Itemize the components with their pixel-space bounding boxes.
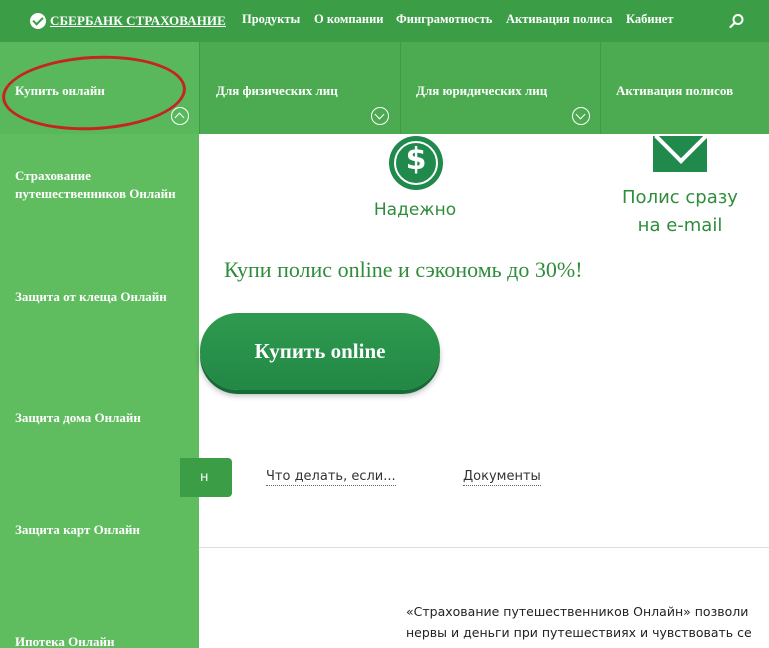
sidebar-item-travel[interactable]: Страхование путешественников Онлайн xyxy=(15,167,190,203)
subnav-buy-online-label: Купить онлайн xyxy=(15,83,105,98)
subnav-policy-activation[interactable]: Активация полисов xyxy=(600,42,769,134)
feature-email-line1: Полис сразу xyxy=(622,187,738,208)
sberbank-logo-icon xyxy=(30,13,46,29)
feature-reliable: Надежно xyxy=(373,200,457,220)
sidebar-item-cards[interactable]: Защита карт Онлайн xyxy=(15,521,190,539)
top-nav-policy-activation[interactable]: Активация полиса xyxy=(506,12,612,27)
subnav-buy-online[interactable]: Купить онлайн xyxy=(0,42,199,134)
buy-online-button[interactable]: Купить online xyxy=(200,313,440,390)
promo-text: Купи полис online и сэкономь до 30%! xyxy=(224,257,583,282)
subnav-legal-entities[interactable]: Для юридических лиц xyxy=(400,42,600,134)
tab-what-to-do[interactable]: Что делать, если... xyxy=(266,469,396,486)
tab-active[interactable]: н xyxy=(180,458,232,497)
feature-email: Полис сразу на e-mail xyxy=(600,184,760,240)
logo[interactable]: СБЕРБАНК СТРАХОВАНИЕ xyxy=(30,12,226,30)
logo-text[interactable]: СБЕРБАНК СТРАХОВАНИЕ xyxy=(50,13,226,29)
top-bar: СБЕРБАНК СТРАХОВАНИЕ Продукты О компании… xyxy=(0,0,769,42)
chevron-down-icon[interactable] xyxy=(371,107,389,125)
top-nav-cabinet[interactable]: Кабинет xyxy=(626,12,674,27)
description-line2: нервы и деньги при путешествиях и чувств… xyxy=(406,625,752,640)
sidebar-item-home[interactable]: Защита дома Онлайн xyxy=(15,409,190,427)
subnav-policy-activation-label: Активация полисов xyxy=(616,83,734,98)
top-nav-fin-literacy[interactable]: Финграмотность xyxy=(396,12,492,27)
buy-online-dropdown: Страхование путешественников Онлайн Защи… xyxy=(0,134,199,648)
sidebar-item-mortgage[interactable]: Ипотека Онлайн xyxy=(15,633,190,648)
tab-active-label: н xyxy=(200,470,209,485)
feature-email-line2: на e-mail xyxy=(637,215,723,236)
content-divider xyxy=(199,547,769,548)
subnav-individuals-label: Для физических лиц xyxy=(216,83,338,98)
dollar-icon: $ xyxy=(389,136,443,190)
search-icon[interactable] xyxy=(729,13,745,29)
subnav-individuals[interactable]: Для физических лиц xyxy=(199,42,400,134)
subnav-legal-entities-label: Для юридических лиц xyxy=(416,83,548,98)
top-nav-products[interactable]: Продукты xyxy=(242,12,300,27)
tab-documents[interactable]: Документы xyxy=(463,469,541,486)
secondary-nav: Купить онлайн Для физических лиц Для юри… xyxy=(0,42,769,134)
chevron-down-icon[interactable] xyxy=(572,107,590,125)
top-nav-about[interactable]: О компании xyxy=(314,12,383,27)
sidebar-item-tick[interactable]: Защита от клеща Онлайн xyxy=(15,288,190,306)
product-description: «Страхование путешественников Онлайн» по… xyxy=(406,601,769,643)
description-line1: «Страхование путешественников Онлайн» по… xyxy=(406,604,749,619)
email-icon xyxy=(653,136,707,172)
chevron-up-icon[interactable] xyxy=(171,107,189,125)
